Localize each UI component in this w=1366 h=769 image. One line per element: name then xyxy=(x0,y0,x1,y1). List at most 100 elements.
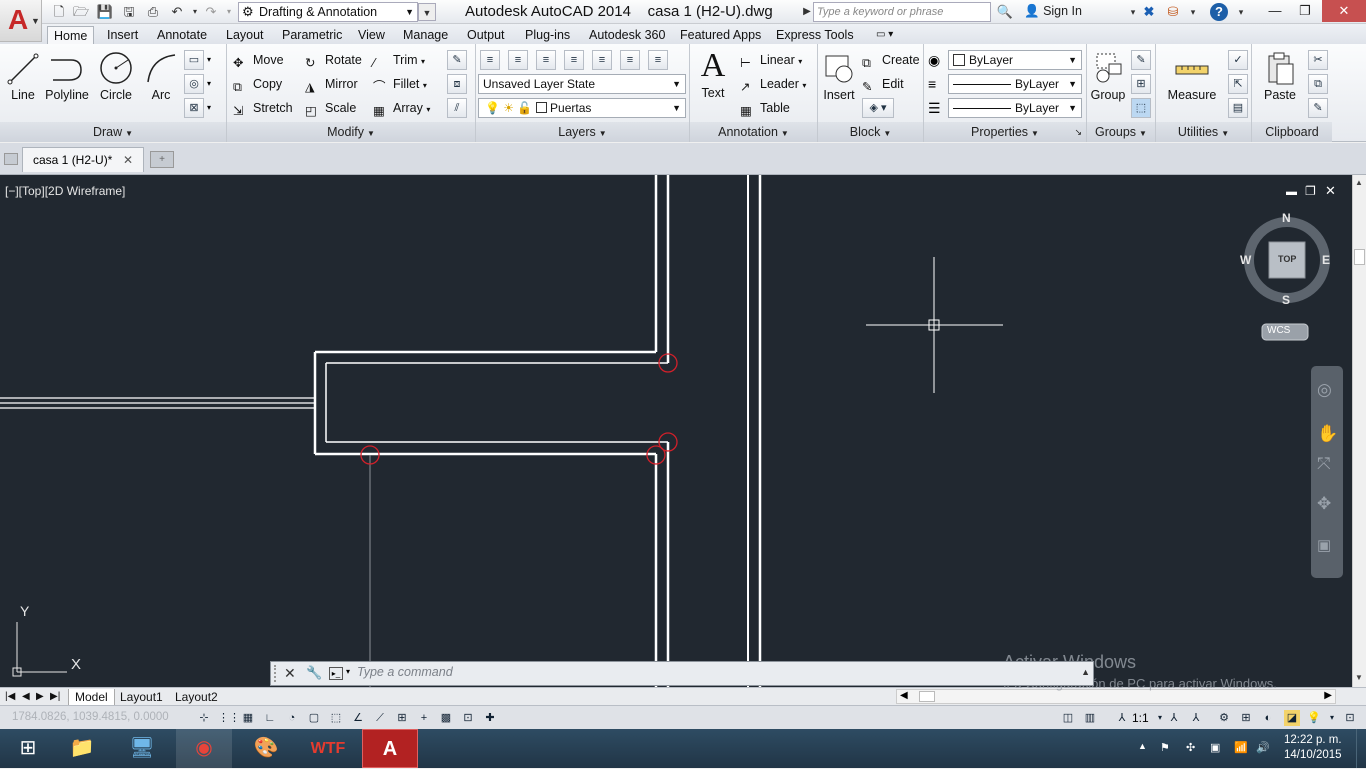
viewcube-top-label[interactable]: TOP xyxy=(1278,254,1296,264)
grid-icon[interactable]: ▦ xyxy=(240,710,256,726)
tab-featured-apps[interactable]: Featured Apps xyxy=(674,26,767,44)
save-as-icon[interactable]: 🖫 xyxy=(120,3,138,21)
block-panel-title[interactable]: Block ▼ xyxy=(818,122,923,142)
tab-output[interactable]: Output xyxy=(461,26,511,44)
drag-handle[interactable] xyxy=(274,665,278,682)
create-block-button[interactable]: ⧉ Create xyxy=(862,50,920,70)
rectangle-icon[interactable]: ▭ xyxy=(184,50,204,70)
layout-view-icon[interactable]: ▥ xyxy=(1082,710,1098,726)
scroll-left-icon[interactable]: ◀ xyxy=(900,690,908,701)
polar-icon[interactable]: ◔ xyxy=(284,710,300,726)
erase-icon[interactable]: ✎ xyxy=(447,50,467,70)
modify-panel-title[interactable]: Modify ▼ xyxy=(227,122,475,142)
draw-panel-title[interactable]: Draw ▼ xyxy=(0,122,226,142)
scale-button[interactable]: ◰ Scale xyxy=(305,98,356,118)
command-history-icon[interactable]: ▲ xyxy=(1081,667,1090,677)
line-button[interactable]: Line xyxy=(6,50,40,102)
drawing-viewport[interactable]: [−][Top][2D Wireframe] ▬ ❐ ✕ Y X N S E W… xyxy=(0,175,1352,687)
command-input[interactable]: Type a command xyxy=(357,665,453,679)
linetype-dropdown[interactable]: ByLayer ▼ xyxy=(948,74,1082,94)
rotate-button[interactable]: ↻ Rotate xyxy=(305,50,362,70)
attribute-icon[interactable]: ◈ ▾ xyxy=(862,98,894,118)
groups-panel-title[interactable]: Groups ▼ xyxy=(1087,122,1155,142)
vertical-scrollbar[interactable]: ▲ ▼ xyxy=(1352,175,1366,687)
copy-clip-icon[interactable]: ⧉ xyxy=(1308,74,1328,94)
recent-commands-icon[interactable]: ▾ xyxy=(346,667,350,676)
help-icon[interactable]: ? xyxy=(1210,3,1228,21)
mirror-button[interactable]: ◮ Mirror xyxy=(305,74,358,94)
compass-west[interactable]: W xyxy=(1240,253,1251,267)
utilities-panel-title[interactable]: Utilities ▼ xyxy=(1156,122,1251,142)
ortho-icon[interactable]: ∟ xyxy=(262,710,278,726)
wtf-app-icon[interactable]: WTF xyxy=(300,729,356,768)
horizontal-scrollbar[interactable]: ◀ ▶ xyxy=(896,689,1336,704)
isolate-lightbulb-icon[interactable]: 💡 xyxy=(1306,710,1322,726)
help-dropdown-icon[interactable]: ▾ xyxy=(1232,3,1250,21)
undo-icon[interactable]: ↶ xyxy=(168,3,186,21)
pan-icon[interactable]: ✋ xyxy=(1317,424,1338,444)
control-panel-icon[interactable]: 🖥 xyxy=(114,729,170,768)
annotation-scale-value[interactable]: 1:1 xyxy=(1132,711,1149,725)
linetype-icon[interactable]: ☰ xyxy=(928,100,941,117)
compass-east[interactable]: E xyxy=(1322,253,1330,267)
windows-start-icon[interactable]: ⊞ xyxy=(0,729,56,768)
autodesk-360-icon[interactable]: ⛁ xyxy=(1164,3,1182,21)
annotation-visibility-icon[interactable]: ⅄ xyxy=(1166,710,1182,726)
layer-previous-icon[interactable]: ≡ xyxy=(620,50,640,70)
close-icon[interactable]: ✕ xyxy=(123,148,133,173)
paste-button[interactable]: Paste xyxy=(1258,50,1302,102)
trim-button[interactable]: ⁄ Trim ▾ xyxy=(373,50,425,70)
tab-layout2[interactable]: Layout2 xyxy=(175,689,218,705)
viewport-close-icon[interactable]: ✕ xyxy=(1325,183,1336,199)
leader-button[interactable]: ↗ Leader ▾ xyxy=(740,74,806,94)
layer-freeze-icon[interactable]: ≡ xyxy=(564,50,584,70)
layer-match-icon[interactable]: ≡ xyxy=(592,50,612,70)
3d-osnap-icon[interactable]: ⬚ xyxy=(328,710,344,726)
qat-customize-icon[interactable]: ▼ xyxy=(418,3,436,21)
tab-manage[interactable]: Manage xyxy=(397,26,454,44)
clean-screen-icon[interactable]: ⊡ xyxy=(1342,710,1358,726)
file-explorer-icon[interactable]: 📁 xyxy=(54,729,110,768)
redo-icon[interactable]: ↷ xyxy=(202,3,220,21)
tray-action-icon[interactable]: ▣ xyxy=(1210,741,1220,754)
auto-scale-icon[interactable]: ⅄ xyxy=(1188,710,1204,726)
tab-parametric[interactable]: Parametric xyxy=(276,26,348,44)
tab-autodesk-360[interactable]: Autodesk 360 xyxy=(583,26,671,44)
lineweight-toggle-icon[interactable]: + xyxy=(416,710,432,726)
quick-select-icon[interactable]: ✓ xyxy=(1228,50,1248,70)
scroll-thumb[interactable] xyxy=(919,691,935,702)
infer-constraints-icon[interactable]: ⊹ xyxy=(196,710,212,726)
autodesk-360-dropdown-icon[interactable]: ▾ xyxy=(1184,3,1202,21)
array-button[interactable]: ▦ Array ▾ xyxy=(373,98,430,118)
viewport-controls[interactable]: [−][Top][2D Wireframe] xyxy=(5,184,125,198)
show-desktop-button[interactable] xyxy=(1356,729,1366,768)
group-edit-icon[interactable]: ⊞ xyxy=(1131,74,1151,94)
model-space-icon[interactable]: ◫ xyxy=(1060,710,1076,726)
layer-off-icon[interactable]: ≡ xyxy=(508,50,528,70)
tab-home[interactable]: Home xyxy=(47,26,95,44)
offset-icon[interactable]: ⫽ xyxy=(447,98,467,118)
tab-view[interactable]: View xyxy=(352,26,391,44)
toolbar-lock-icon[interactable]: ⊞ xyxy=(1238,710,1254,726)
tray-expand-icon[interactable]: ▲ xyxy=(1138,741,1147,751)
coordinates-readout[interactable]: 1784.0826, 1039.4815, 0.0000 xyxy=(12,711,169,723)
hatch-icon[interactable]: ◎ xyxy=(184,74,204,94)
application-menu-button[interactable]: A ▼ xyxy=(0,0,42,42)
polyline-button[interactable]: Polyline xyxy=(42,50,92,102)
move-button[interactable]: ✥ Move xyxy=(233,50,284,70)
wcs-label[interactable]: WCS xyxy=(1267,325,1290,336)
isolate-objects-icon[interactable]: ◪ xyxy=(1284,710,1300,726)
tab-layout[interactable]: Layout xyxy=(220,26,270,44)
layer-properties-icon[interactable]: ≡ xyxy=(480,50,500,70)
scroll-up-icon[interactable]: ▲ xyxy=(1355,178,1363,187)
scroll-thumb[interactable] xyxy=(1354,249,1365,265)
close-icon[interactable]: ✕ xyxy=(1322,0,1366,22)
orbit-icon[interactable]: ✥ xyxy=(1317,494,1331,514)
steering-wheel-icon[interactable]: ◎ xyxy=(1317,380,1332,400)
tab-express-tools[interactable]: Express Tools xyxy=(770,26,860,44)
cut-icon[interactable]: ✂ xyxy=(1308,50,1328,70)
paint-icon[interactable]: 🎨 xyxy=(238,729,294,768)
annotation-panel-title[interactable]: Annotation ▼ xyxy=(690,122,817,142)
circle-button[interactable]: Circle xyxy=(96,50,136,102)
layer-dropdown[interactable]: 💡 ☀ 🔓 Puertas ▼ xyxy=(478,98,686,118)
